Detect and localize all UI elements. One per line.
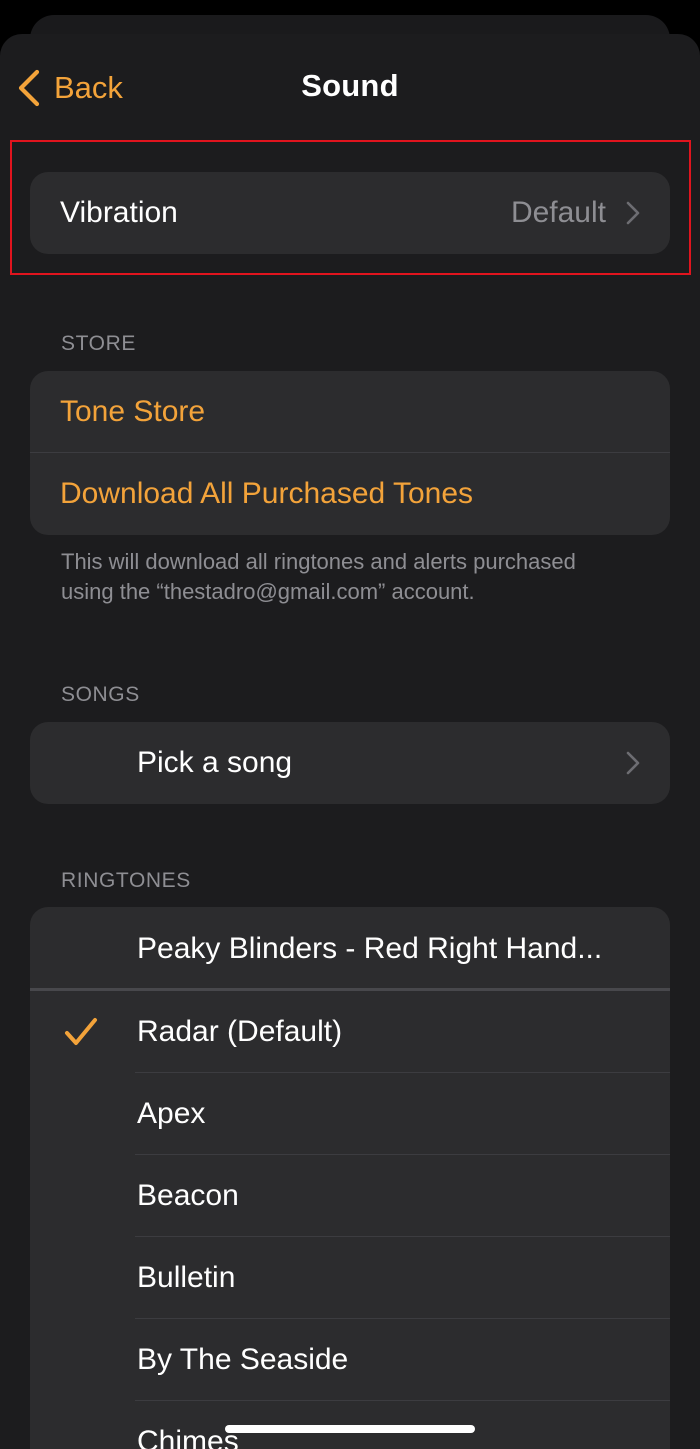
ringtone-row[interactable]: Bulletin	[30, 1237, 670, 1319]
ringtone-row[interactable]: By The Seaside	[30, 1319, 670, 1401]
ringtone-label: Beacon	[137, 1179, 239, 1212]
songs-group: Pick a song	[30, 722, 670, 804]
store-group: Tone Store Download All Purchased Tones	[30, 371, 670, 535]
ringtone-label: Bulletin	[137, 1261, 236, 1294]
page-title: Sound	[301, 68, 399, 103]
custom-ringtone-row[interactable]: Peaky Blinders - Red Right Hand...	[30, 907, 670, 991]
ringtone-row[interactable]: Radar (Default)	[30, 991, 670, 1073]
ringtone-label: Chimes	[137, 1425, 239, 1449]
ringtone-label: Radar (Default)	[137, 1015, 343, 1048]
store-section-header: STORE	[61, 332, 136, 355]
ringtone-label: By The Seaside	[137, 1343, 349, 1376]
home-indicator	[225, 1425, 475, 1433]
pick-song-label: Pick a song	[137, 746, 293, 779]
custom-ringtone-label: Peaky Blinders - Red Right Hand...	[137, 932, 603, 965]
navigation-bar: Back Sound	[0, 34, 700, 138]
selection-highlight	[10, 140, 691, 275]
store-footnote: This will download all ringtones and ale…	[61, 549, 576, 604]
ringtone-row[interactable]: Beacon	[30, 1155, 670, 1237]
chevron-right-icon	[626, 751, 640, 775]
songs-section-header: SONGS	[61, 683, 140, 706]
pick-song-row[interactable]: Pick a song	[30, 722, 670, 804]
tone-store-label: Tone Store	[60, 395, 206, 428]
sound-settings-sheet: Back Sound Vibration Default STORE Tone …	[0, 34, 700, 1449]
ringtones-section-header: RINGTONES	[61, 869, 191, 892]
ringtone-row[interactable]: Apex	[30, 1073, 670, 1155]
tone-store-row[interactable]: Tone Store	[30, 371, 670, 453]
download-all-label: Download All Purchased Tones	[60, 477, 474, 510]
ringtones-group: Peaky Blinders - Red Right Hand... Radar…	[30, 907, 670, 1449]
checkmark-icon	[65, 1018, 97, 1045]
download-all-row[interactable]: Download All Purchased Tones	[30, 453, 670, 535]
ringtone-label: Apex	[137, 1097, 206, 1130]
